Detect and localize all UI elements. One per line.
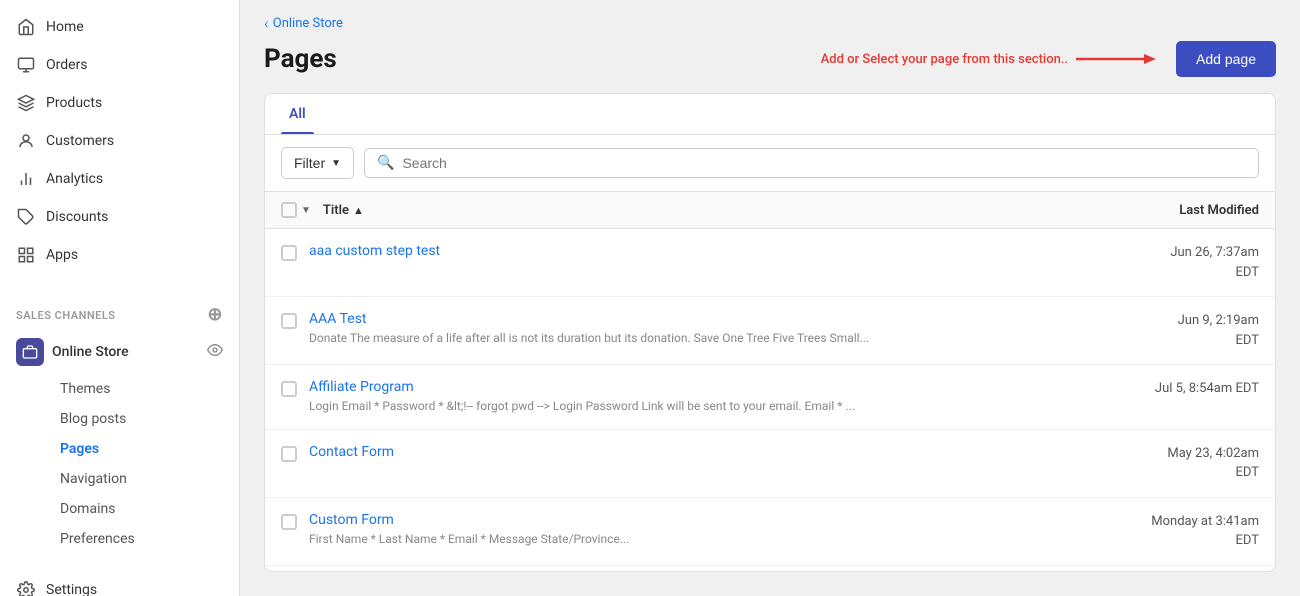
sidebar: Home Orders Products Customers Analytics [0,0,240,596]
column-title-header: Title ▲ [323,203,1079,218]
row-date: Jun 26, 7:37am EDT [1079,243,1259,282]
sidebar-item-products[interactable]: Products [0,84,239,122]
sidebar-item-apps[interactable]: Apps [0,236,239,274]
row-title[interactable]: Affiliate Program [309,379,1079,395]
breadcrumb[interactable]: ‹ Online Store [240,0,1300,37]
sidebar-item-customers-label: Customers [46,133,223,149]
table-row: Affiliate Program Login Email * Password… [265,365,1275,430]
products-icon [16,93,36,113]
table-row: Contact Form May 23, 4:02am EDT [265,430,1275,498]
customers-icon [16,131,36,151]
sidebar-item-customers[interactable]: Customers [0,122,239,160]
tab-all[interactable]: All [281,94,314,134]
row-checkbox[interactable] [281,446,297,462]
row-desc: Donate The measure of a life after all i… [309,330,1079,347]
page-header: Pages Add or Select your page from this … [240,37,1300,93]
row-title[interactable]: Custom Form [309,512,1079,528]
header-right: Add or Select your page from this sectio… [821,41,1276,77]
sales-channels-header: SALES CHANNELS ⊕ [0,290,239,330]
row-desc: First Name * Last Name * Email * Message… [309,531,1079,548]
row-desc: Login Email * Password * &lt;!-- forgot … [309,398,1079,415]
online-store-label: Online Store [52,344,207,360]
row-title[interactable]: aaa custom step test [309,243,1079,259]
sidebar-item-orders-label: Orders [46,57,223,73]
checkbox-dropdown-icon[interactable]: ▼ [301,205,311,216]
subnav-themes[interactable]: Themes [44,374,239,404]
table-header: ▼ Title ▲ Last Modified [265,192,1275,229]
home-icon [16,17,36,37]
row-checkbox[interactable] [281,514,297,530]
row-checkbox[interactable] [281,245,297,261]
table-body: aaa custom step test Jun 26, 7:37am EDT … [265,229,1275,571]
row-checkbox[interactable] [281,313,297,329]
tabs-bar: All [265,94,1275,135]
online-store-subnav: Themes Blog posts Pages Navigation Domai… [0,374,239,554]
subnav-blog-posts[interactable]: Blog posts [44,404,239,434]
sidebar-item-discounts[interactable]: Discounts [0,198,239,236]
column-modified-header: Last Modified [1079,203,1259,218]
sidebar-item-home[interactable]: Home [0,8,239,46]
row-checkbox[interactable] [281,381,297,397]
row-content: Affiliate Program Login Email * Password… [309,379,1079,415]
search-icon: 🔍 [377,155,394,171]
main-content: ‹ Online Store Pages Add or Select your … [240,0,1300,596]
sidebar-item-analytics-label: Analytics [46,171,223,187]
subnav-navigation[interactable]: Navigation [44,464,239,494]
table-row: aaa custom step test Jun 26, 7:37am EDT [265,229,1275,297]
table-row: Custom Form First Name * Last Name * Ema… [265,498,1275,566]
settings-icon [16,580,36,596]
search-input[interactable] [402,155,1246,171]
row-date: Monday at 3:41am EDT [1079,512,1259,551]
sidebar-item-analytics[interactable]: Analytics [0,160,239,198]
add-page-button[interactable]: Add page [1176,41,1276,77]
sidebar-item-orders[interactable]: Orders [0,46,239,84]
hint-text: Add or Select your page from this sectio… [821,49,1156,69]
select-all-wrap[interactable]: ▼ [281,202,311,218]
discounts-icon [16,207,36,227]
breadcrumb-chevron: ‹ [264,14,269,33]
sidebar-item-apps-label: Apps [46,247,223,263]
search-wrap: 🔍 [364,148,1259,178]
row-content: Custom Form First Name * Last Name * Ema… [309,512,1079,548]
sidebar-item-products-label: Products [46,95,223,111]
row-date: Jun 9, 2:19am EDT [1079,311,1259,350]
row-content: AAA Test Donate The measure of a life af… [309,311,1079,347]
table-row: AAA Test Donate The measure of a life af… [265,297,1275,365]
pages-card: All Filter ▼ 🔍 ▼ Tit [264,93,1276,572]
apps-icon [16,245,36,265]
row-content: aaa custom step test [309,243,1079,259]
row-date: May 23, 4:02am EDT [1079,444,1259,483]
sidebar-item-settings[interactable]: Settings [0,570,239,596]
row-title[interactable]: Contact Form [309,444,1079,460]
select-all-checkbox[interactable] [281,202,297,218]
eye-icon[interactable] [207,342,223,362]
subnav-domains[interactable]: Domains [44,494,239,524]
sidebar-item-settings-label: Settings [46,582,223,596]
orders-icon [16,55,36,75]
chevron-down-icon: ▼ [331,158,341,169]
subnav-pages[interactable]: Pages [44,434,239,464]
row-title[interactable]: AAA Test [309,311,1079,327]
sidebar-item-discounts-label: Discounts [46,209,223,225]
filter-label: Filter [294,155,325,171]
page-title: Pages [264,44,337,74]
toolbar: Filter ▼ 🔍 [265,135,1275,192]
hint-arrow-svg [1076,49,1156,69]
analytics-icon [16,169,36,189]
sidebar-item-home-label: Home [46,19,223,35]
add-sales-channel-button[interactable]: ⊕ [207,306,223,324]
online-store-row[interactable]: Online Store [0,330,239,374]
content-area: All Filter ▼ 🔍 ▼ Tit [240,93,1300,596]
subnav-preferences[interactable]: Preferences [44,524,239,554]
row-content: Contact Form [309,444,1079,460]
breadcrumb-parent[interactable]: Online Store [273,16,343,31]
row-date: Jul 5, 8:54am EDT [1079,379,1259,399]
filter-button[interactable]: Filter ▼ [281,147,354,179]
sort-icon[interactable]: ▲ [353,204,364,217]
online-store-icon [16,338,44,366]
